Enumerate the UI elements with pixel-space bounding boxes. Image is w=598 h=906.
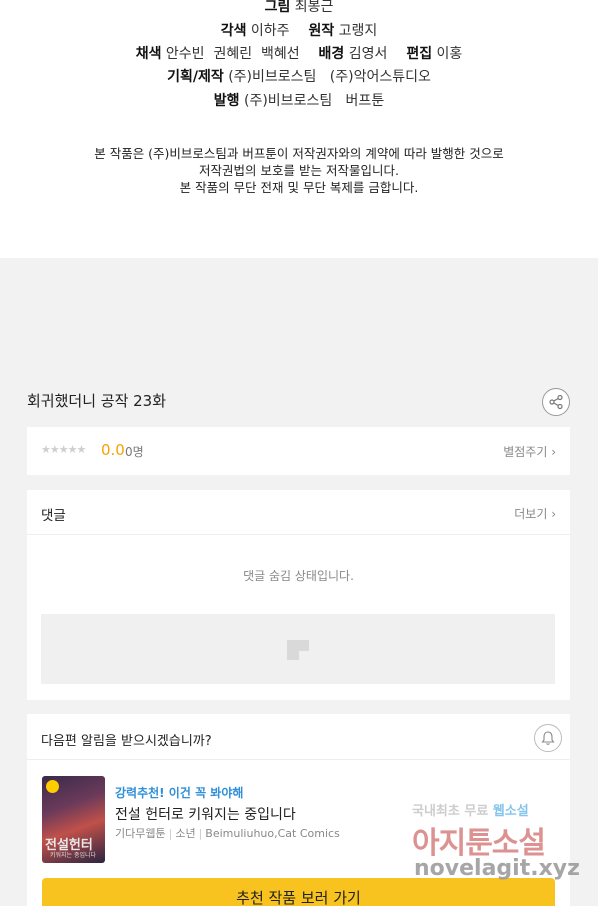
- credit-line-adaptation: 각색 이하주 원작 고랭지: [0, 20, 598, 40]
- recommend-thumbnail[interactable]: 전설헌터 키워지는 중입니다: [42, 776, 105, 863]
- clock-badge-icon: [46, 780, 59, 793]
- notice-line: 본 작품은 (주)비브로스팀과 버프툰이 저작권자와의 계약에 따라 발행한 것…: [94, 146, 504, 161]
- credit-name: 이하주: [250, 23, 290, 39]
- credit-role: 배경: [318, 46, 345, 62]
- rating-score: 0.0: [101, 441, 125, 459]
- credit-line-publisher: 발행 (주)비브로스팀 버프툰: [0, 90, 598, 110]
- rating-card: ★★★★★ 0.0 0명 별점주기 ›: [27, 427, 570, 475]
- recommend-meta: 기다무웹툰 | 소년 | Beimuliuhuo,Cat Comics: [115, 827, 340, 840]
- rating-stars: ★★★★★: [41, 443, 86, 456]
- recommend-tag: 강력추천! 이건 꼭 봐야해: [115, 786, 244, 800]
- credits-section: 그림 최봉근 각색 이하주 원작 고랭지 채색 안수빈 권혜린 백혜선 배경 김…: [0, 0, 598, 258]
- credit-name: (주)비브로스팀 (주)악어스튜디오: [228, 69, 431, 85]
- bell-icon: [541, 731, 555, 745]
- comment-header: 댓글 더보기 ›: [27, 490, 570, 535]
- rating-count: 0명: [125, 445, 144, 459]
- credit-name: 최봉근: [294, 0, 334, 15]
- recommend-title[interactable]: 전설 헌터로 키워지는 중입니다: [115, 804, 296, 824]
- comments-more-link[interactable]: 더보기 ›: [514, 505, 556, 522]
- meta-type: 기다무웹툰: [115, 827, 166, 840]
- alert-bell-button[interactable]: [534, 724, 562, 752]
- meta-authors: Beimuliuhuo,Cat Comics: [205, 827, 340, 840]
- alert-question: 다음편 알림을 받으시겠습니까?: [41, 734, 212, 749]
- thumbnail-subtitle: 키워지는 중입니다: [50, 852, 97, 859]
- credit-line-illustration: 그림 최봉근: [0, 0, 598, 16]
- credit-role: 채색: [135, 46, 162, 62]
- share-icon: [549, 394, 563, 410]
- credit-name: 이홍: [436, 46, 463, 62]
- rate-button[interactable]: 별점주기 ›: [503, 443, 556, 460]
- credit-line-coloring: 채색 안수빈 권혜린 백혜선 배경 김영서 편집 이홍: [0, 43, 598, 63]
- credit-role: 원작: [308, 23, 335, 39]
- notice-line: 저작권법의 보호를 받는 저작물입니다.: [199, 163, 399, 178]
- alert-header: 다음편 알림을 받으시겠습니까?: [27, 714, 570, 760]
- comment-title: 댓글: [41, 508, 66, 524]
- credit-line-production: 기획/제작 (주)비브로스팀 (주)악어스튜디오: [0, 66, 598, 86]
- credit-role: 그림: [264, 0, 291, 15]
- alert-card: 다음편 알림을 받으시겠습니까? 전설헌터 키워지는 중입니다 강력추천! 이건…: [27, 714, 570, 906]
- copyright-notice: 본 작품은 (주)비브로스팀과 버프툰이 저작권자와의 계약에 따라 발행한 것…: [0, 145, 598, 196]
- credit-role: 각색: [220, 23, 247, 39]
- credit-role: 편집: [406, 46, 433, 62]
- credit-name: (주)비브로스팀 버프툰: [244, 93, 385, 109]
- credit-name: 안수빈 권혜린 백혜선: [165, 46, 300, 62]
- ad-placeholder[interactable]: [41, 614, 555, 684]
- episode-title: 회귀했더니 공작 23화: [27, 392, 167, 410]
- credit-name: 고랭지: [338, 23, 378, 39]
- credit-role: 기획/제작: [167, 69, 224, 85]
- notice-line: 본 작품의 무단 전재 및 무단 복제를 금합니다.: [179, 180, 419, 195]
- comments-hidden-message: 댓글 숨김 상태입니다.: [243, 569, 354, 583]
- meta-genre: 소년: [175, 827, 196, 840]
- recommend-button[interactable]: 추천 작품 보러 가기: [42, 878, 555, 906]
- credit-name: 김영서: [348, 46, 388, 62]
- credit-role: 발행: [213, 93, 240, 109]
- share-button[interactable]: [542, 388, 570, 416]
- image-placeholder-icon: [287, 640, 309, 660]
- comment-card: 댓글 더보기 › 댓글 숨김 상태입니다.: [27, 490, 570, 700]
